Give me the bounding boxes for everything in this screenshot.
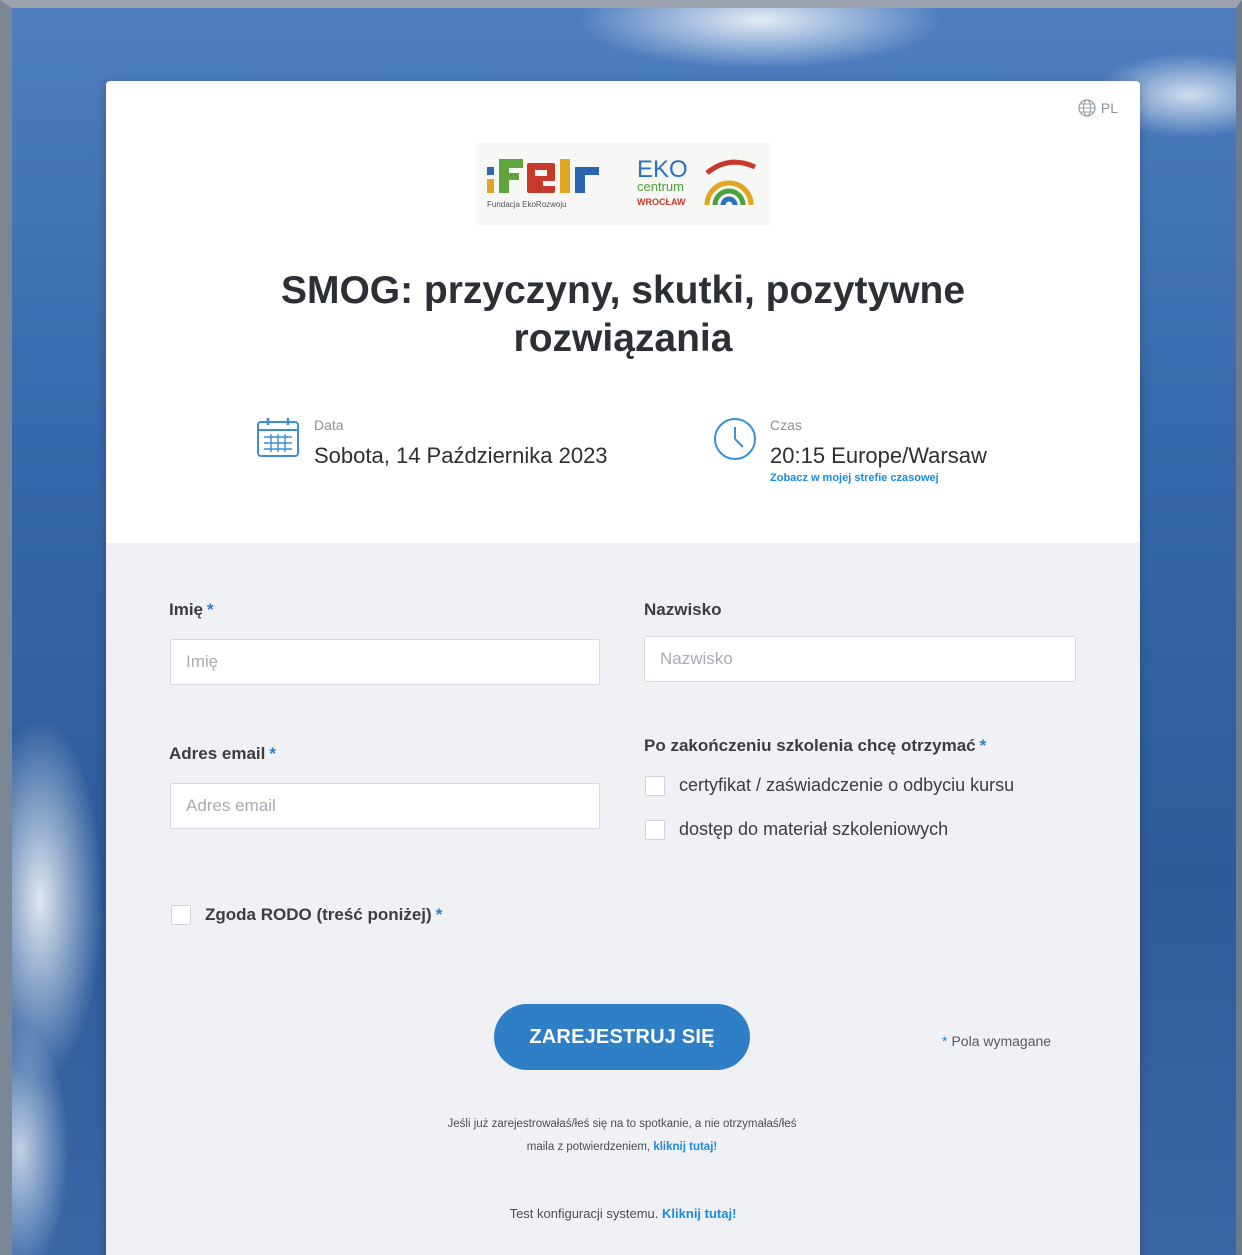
certificate-option[interactable]: certyfikat / zaświadczenie o odbyciu kur… <box>645 775 1014 796</box>
registration-form: Imię* Nazwisko Adres email* Po zakończen… <box>106 543 1140 1255</box>
clock-icon <box>714 418 756 460</box>
language-switcher[interactable]: PL <box>1077 98 1118 118</box>
materials-option-label: dostęp do materiał szkoleniowych <box>679 819 949 839</box>
consent-label: Zgoda RODO (treść poniżej) <box>205 905 432 924</box>
organizer-logo: Fundacja EkoRozwoju EKO centrum WROCŁAW <box>476 143 770 225</box>
date-label: Data <box>314 417 344 433</box>
first-name-label: Imię * <box>169 600 214 619</box>
materials-option[interactable]: dostęp do materiał szkoleniowych <box>645 819 948 840</box>
certificate-option-label: certyfikat / zaświadczenie o odbyciu kur… <box>679 775 1015 795</box>
already-registered-note: Jeśli już zarejestrowałaś/łeś się na to … <box>447 1118 797 1153</box>
certificate-checkbox[interactable] <box>645 775 665 796</box>
register-button[interactable]: ZAREJESTRUJ SIĘ <box>494 1004 750 1070</box>
required-marker: * <box>269 744 277 763</box>
logo-right-city: WROCŁAW <box>637 197 686 207</box>
first-name-input[interactable] <box>170 639 600 685</box>
required-marker: * <box>207 600 214 619</box>
last-name-label: Nazwisko <box>644 600 722 619</box>
calendar-icon <box>257 418 299 457</box>
logo-right-sub: centrum <box>637 179 684 194</box>
language-code: PL <box>1100 100 1118 116</box>
event-time: Czas 20:15 Europe/Warsaw Zobacz w mojej … <box>712 413 987 484</box>
event-title: SMOG: przyczyny, skutki, pozytywne rozwi… <box>280 269 966 360</box>
fundacja-ekorozwoju-logo: Fundacja EkoRozwoju <box>487 159 599 209</box>
required-fields-note: * Pola wymagane <box>942 1033 1052 1049</box>
time-label: Czas <box>770 417 802 433</box>
timezone-link[interactable]: Zobacz w mojej strefie czasowej <box>770 472 987 484</box>
last-name-input[interactable] <box>644 636 1076 682</box>
consent-option[interactable]: Zgoda RODO (treść poniżej) * <box>171 905 442 925</box>
ekocentrum-wroclaw-logo: EKO centrum WROCŁAW <box>637 156 757 207</box>
logo-left-caption: Fundacja EkoRozwoju <box>487 200 567 209</box>
materials-checkbox[interactable] <box>645 819 665 840</box>
registration-card: PL Fundacja EkoRozwoju EKO centrum WROCŁ… <box>106 81 1140 1255</box>
required-marker: * <box>435 905 443 924</box>
system-test-link[interactable]: Kliknij tutaj! <box>662 1206 736 1221</box>
email-label: Adres email * <box>169 744 277 763</box>
time-value: 20:15 Europe/Warsaw <box>770 443 987 468</box>
event-date: Data Sobota, 14 Października 2023 <box>256 413 608 469</box>
required-marker: * <box>942 1033 948 1049</box>
email-input[interactable] <box>170 783 600 829</box>
after-training-label: Po zakończeniu szkolenia chcę otrzymać * <box>644 736 987 755</box>
system-test-note: Test konfiguracji systemu. Kliknij tutaj… <box>509 1206 737 1221</box>
required-marker: * <box>979 736 987 755</box>
resend-confirmation-link[interactable]: kliknij tutaj! <box>653 1141 717 1153</box>
globe-icon <box>1078 99 1096 117</box>
date-value: Sobota, 14 Października 2023 <box>314 443 608 468</box>
consent-checkbox[interactable] <box>171 905 191 925</box>
